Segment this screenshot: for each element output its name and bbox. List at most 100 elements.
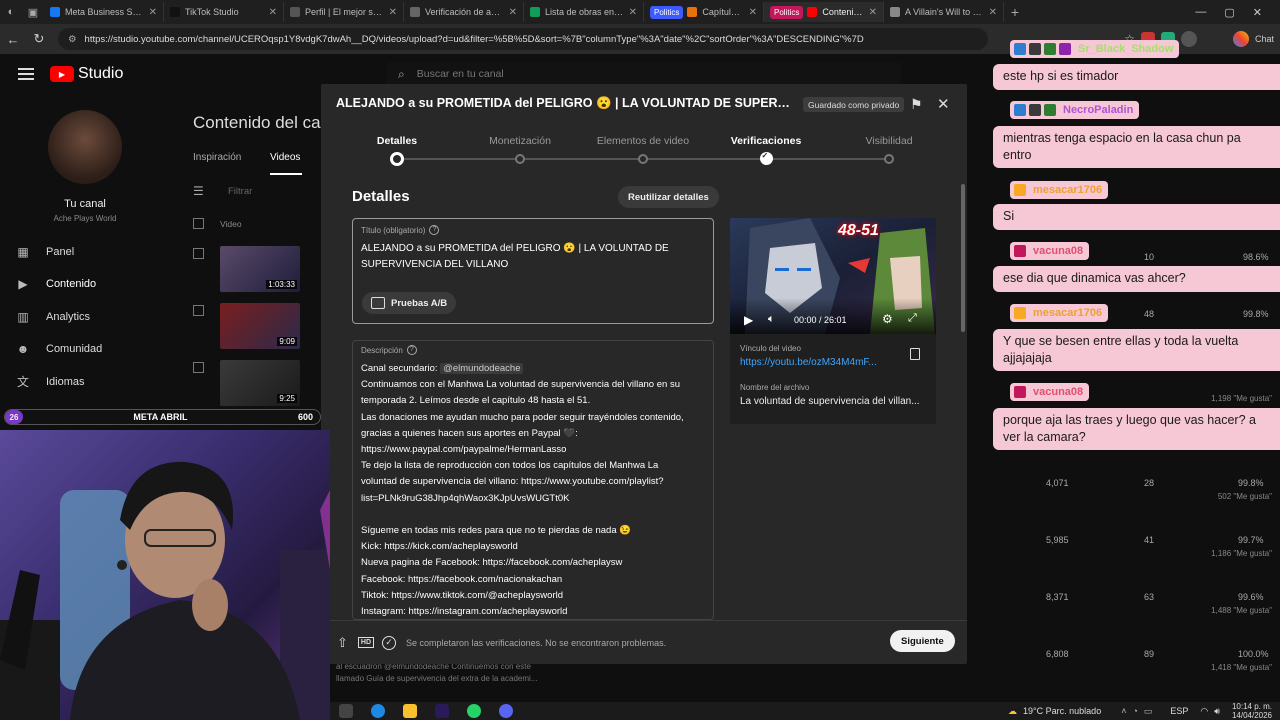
tab-group-pill[interactable]: Politics bbox=[770, 5, 804, 19]
browser-tab[interactable]: A Villain's Will to Surviv ✕ bbox=[884, 2, 1004, 22]
network-icon[interactable]: ◠ bbox=[1200, 706, 1208, 717]
video-link[interactable]: https://youtu.be/ozM34M4mF... bbox=[740, 357, 877, 368]
profile-icon[interactable]: ◐ bbox=[0, 1, 22, 23]
whatsapp-icon[interactable] bbox=[467, 704, 481, 718]
tab-actions-icon[interactable]: ▣ bbox=[22, 1, 44, 23]
chat-username-tag[interactable]: mesacar1706 bbox=[1010, 181, 1109, 199]
description-text[interactable]: Canal secundario: @elmundodeache Continua… bbox=[361, 361, 705, 619]
step-dot-2[interactable] bbox=[515, 154, 525, 164]
studio-logo[interactable]: ▶ Studio bbox=[50, 65, 123, 83]
chat-username-tag[interactable]: vacuna08 bbox=[1010, 242, 1090, 260]
ab-testing-button[interactable]: Pruebas A/B bbox=[362, 292, 457, 314]
channel-search-input[interactable]: ⌕ Buscar en tu canal bbox=[386, 62, 901, 86]
tab-videos[interactable]: Videos bbox=[270, 152, 300, 163]
site-info-icon[interactable]: ⚙ bbox=[68, 34, 77, 45]
sidebar-item-idiomas[interactable]: 文 Idiomas bbox=[16, 372, 85, 392]
close-tab-icon[interactable]: ✕ bbox=[509, 7, 517, 18]
url-field[interactable]: ⚙ https://studio.youtube.com/channel/UCE… bbox=[58, 28, 988, 50]
user-avatar[interactable] bbox=[1180, 31, 1197, 47]
step-label-2[interactable]: Monetización bbox=[460, 135, 580, 147]
clock-date[interactable]: 14/04/2026 bbox=[1232, 711, 1272, 720]
feedback-icon[interactable]: ⚑ bbox=[910, 96, 923, 113]
tray-icons[interactable]: ˄◔▭ bbox=[1121, 706, 1158, 717]
help-icon[interactable]: ? bbox=[406, 345, 417, 355]
settings-gear-icon[interactable]: ⚙ bbox=[882, 312, 893, 326]
menu-icon[interactable] bbox=[18, 68, 34, 80]
step-label-1[interactable]: Detalles bbox=[337, 135, 457, 147]
select-all-checkbox[interactable] bbox=[193, 218, 204, 229]
sidebar-item-panel[interactable]: ▦ Panel bbox=[16, 242, 74, 262]
row-checkbox[interactable] bbox=[193, 248, 204, 259]
minimize-icon[interactable]: — bbox=[1195, 6, 1206, 19]
sidebar-item-analytics[interactable]: ▥ Analytics bbox=[16, 307, 90, 327]
help-icon[interactable]: ? bbox=[429, 225, 440, 235]
tab-title: Lista de obras en seguim bbox=[545, 7, 625, 17]
browser-tab[interactable]: TikTok Studio ✕ bbox=[164, 2, 284, 22]
new-tab-button[interactable]: + bbox=[1004, 1, 1026, 23]
step-label-3[interactable]: Elementos de video bbox=[583, 135, 703, 147]
weather-text[interactable]: 19°C Parc. nublado bbox=[1023, 706, 1101, 716]
premiere-icon[interactable] bbox=[435, 704, 449, 718]
step-dot-3[interactable] bbox=[638, 154, 648, 164]
close-window-icon[interactable]: ✕ bbox=[1253, 6, 1262, 19]
volume-tray-icon[interactable]: 🔊︎ bbox=[1214, 706, 1220, 717]
clock-time[interactable]: 10:14 p. m. bbox=[1232, 702, 1272, 711]
edge-icon[interactable] bbox=[371, 704, 385, 718]
video-thumbnail[interactable]: 9:09 bbox=[220, 303, 300, 349]
back-icon[interactable]: ← bbox=[0, 32, 26, 47]
step-dot-5[interactable] bbox=[884, 154, 894, 164]
description-field[interactable]: Descripción ? Canal secundario: @elmundo… bbox=[352, 340, 714, 620]
sidebar-item-comunidad[interactable]: ☻ Comunidad bbox=[16, 339, 103, 359]
discord-icon[interactable] bbox=[499, 704, 513, 718]
browser-tab[interactable]: Lista de obras en seguim ✕ bbox=[524, 2, 644, 22]
reload-icon[interactable]: ↻ bbox=[26, 31, 52, 47]
chat-label[interactable]: Chat bbox=[1255, 34, 1274, 44]
copilot-icon[interactable] bbox=[1232, 31, 1249, 47]
browser-tab[interactable]: Meta Business Suite ✕ bbox=[44, 2, 164, 22]
browser-tab[interactable]: Perfil | El mejor softwar ✕ bbox=[284, 2, 404, 22]
row-checkbox[interactable] bbox=[193, 305, 204, 316]
close-tab-icon[interactable]: ✕ bbox=[629, 7, 637, 18]
close-dialog-icon[interactable]: ✕ bbox=[937, 95, 950, 113]
close-tab-icon[interactable]: ✕ bbox=[989, 7, 997, 18]
browser-tab[interactable]: Politics Capítulo 51 de La volunt ✕ bbox=[644, 2, 764, 22]
chat-username-tag[interactable]: vacuna08 bbox=[1010, 383, 1090, 401]
fullscreen-icon[interactable]: ⤢ bbox=[908, 312, 917, 325]
chat-username-tag[interactable]: mesacar1706 bbox=[1010, 304, 1109, 322]
step-dot-4[interactable]: ✓ bbox=[759, 151, 773, 165]
filter-input[interactable]: Filtrar bbox=[228, 186, 252, 197]
volume-icon[interactable]: 🔈︎ bbox=[768, 313, 775, 326]
step-label-5[interactable]: Visibilidad bbox=[829, 135, 949, 147]
search-taskbar-icon[interactable] bbox=[339, 704, 353, 718]
copy-link-icon[interactable] bbox=[910, 348, 920, 360]
tab-inspiracion[interactable]: Inspiración bbox=[193, 152, 241, 163]
tab-group-pill[interactable]: Politics bbox=[650, 5, 684, 19]
close-tab-icon[interactable]: ✕ bbox=[269, 7, 277, 18]
close-tab-icon[interactable]: ✕ bbox=[869, 7, 877, 18]
language-indicator[interactable]: ESP bbox=[1170, 706, 1188, 716]
step-label-4[interactable]: Verificaciones bbox=[706, 135, 826, 147]
sidebar-item-contenido[interactable]: ▶ Contenido bbox=[16, 274, 96, 294]
video-preview-player[interactable]: 48-51 ▶ 🔈︎ 00:00 / 26:01 ⚙ ⤢ bbox=[730, 218, 936, 334]
title-field-value[interactable]: ALEJANDO a su PROMETIDA del PELIGRO 😮 | … bbox=[361, 241, 705, 273]
step-dot-1[interactable] bbox=[390, 152, 404, 166]
filter-icon[interactable]: ☰ bbox=[193, 184, 207, 198]
next-button[interactable]: Siguiente bbox=[890, 630, 955, 652]
close-tab-icon[interactable]: ✕ bbox=[389, 7, 397, 18]
close-tab-icon[interactable]: ✕ bbox=[749, 7, 757, 18]
chat-username-tag[interactable]: NecroPaladin bbox=[1010, 101, 1140, 119]
close-tab-icon[interactable]: ✕ bbox=[149, 7, 157, 18]
reuse-details-button[interactable]: Reutilizar detalles bbox=[618, 186, 719, 208]
play-icon[interactable]: ▶ bbox=[744, 313, 753, 327]
file-explorer-icon[interactable] bbox=[403, 704, 417, 718]
maximize-icon[interactable]: ▢ bbox=[1224, 6, 1234, 19]
channel-mention[interactable]: @elmundodeache bbox=[440, 363, 524, 374]
video-thumbnail[interactable]: 1:03:33 bbox=[220, 246, 300, 292]
row-checkbox[interactable] bbox=[193, 362, 204, 373]
browser-tab[interactable]: Politics Contenido del canal - Yo ✕ bbox=[764, 2, 884, 22]
video-thumbnail[interactable]: 9:25 bbox=[220, 360, 300, 406]
browser-tab[interactable]: Verificación de animes ✕ bbox=[404, 2, 524, 22]
chat-username-tag[interactable]: Sr_Black_Shadow bbox=[1010, 40, 1180, 58]
dialog-scrollbar[interactable] bbox=[961, 184, 965, 332]
channel-avatar[interactable] bbox=[48, 110, 122, 184]
